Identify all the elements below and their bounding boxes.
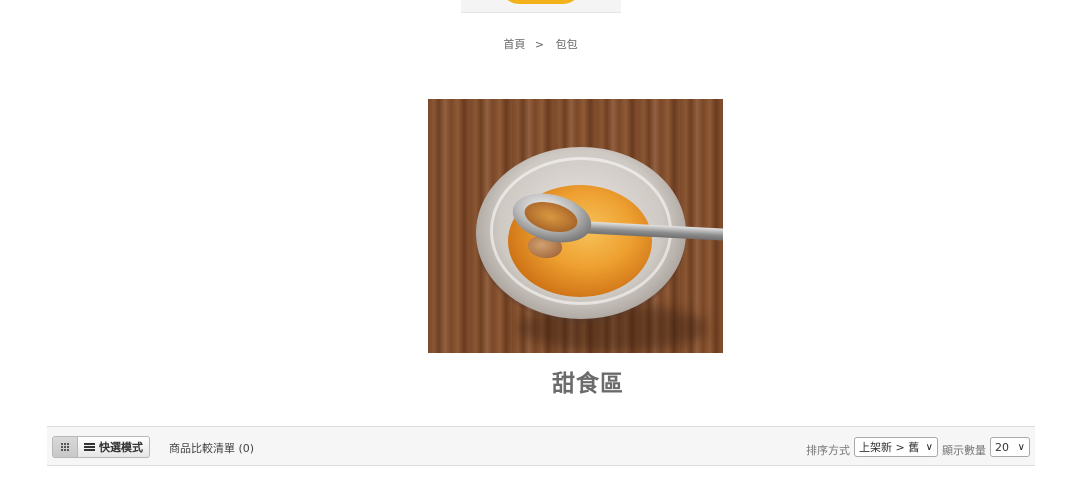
site-logo[interactable] xyxy=(461,0,621,13)
breadcrumb: 首頁 > 包包 xyxy=(0,36,1081,52)
sort-label: 排序方式 xyxy=(806,444,850,457)
list-icon xyxy=(84,443,95,451)
chevron-down-icon: ∨ xyxy=(925,441,933,453)
grid-icon xyxy=(61,443,69,451)
list-view-label: 快選模式 xyxy=(99,441,143,454)
grid-view-button[interactable] xyxy=(53,437,78,457)
limit-label: 顯示數量 xyxy=(942,444,986,457)
breadcrumb-home-link[interactable]: 首頁 xyxy=(503,38,525,51)
limit-select-value: 20 xyxy=(995,440,1009,454)
compare-list-link[interactable]: 商品比較清單 (0) xyxy=(169,440,254,456)
pudding-logo-icon xyxy=(501,0,581,4)
category-title: 甜食區 xyxy=(552,371,624,397)
sort-select-value: 上架新 > 舊 xyxy=(859,441,920,454)
sort-controls: 排序方式 上架新 > 舊 ∨ 顯示數量 20 ∨ xyxy=(806,436,1030,458)
view-mode-toggle: 快選模式 xyxy=(52,436,150,458)
breadcrumb-separator: > xyxy=(534,38,545,51)
chevron-down-icon: ∨ xyxy=(1017,441,1025,453)
category-image xyxy=(428,99,723,353)
breadcrumb-current: 包包 xyxy=(555,38,578,51)
sort-select[interactable]: 上架新 > 舊 ∨ xyxy=(854,437,938,457)
limit-select[interactable]: 20 ∨ xyxy=(990,437,1030,457)
product-toolbar: 快選模式 商品比較清單 (0) 排序方式 上架新 > 舊 ∨ 顯示數量 20 ∨ xyxy=(47,426,1035,466)
list-view-button[interactable]: 快選模式 xyxy=(78,437,149,457)
